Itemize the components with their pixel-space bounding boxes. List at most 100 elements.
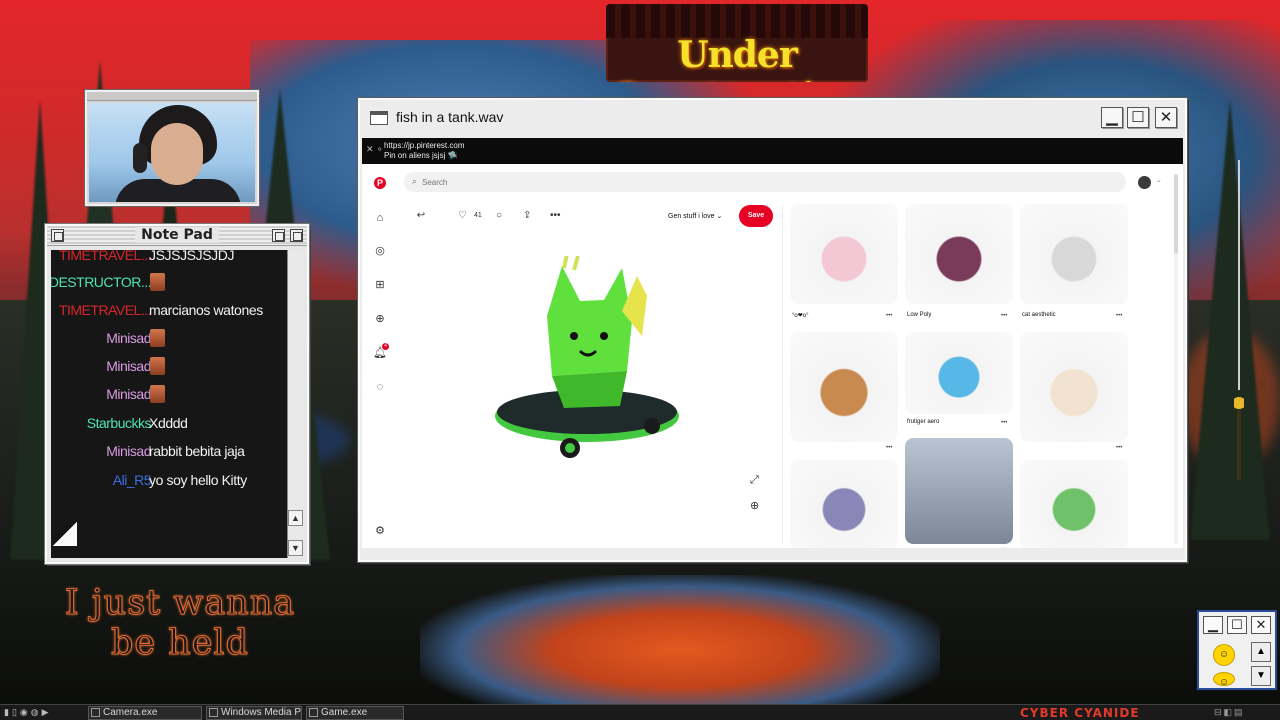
related-pin-image[interactable]	[790, 332, 898, 442]
window-titlebar[interactable]: fish in a tank.wav ▁ ☐ ✕	[360, 100, 1185, 136]
page-subtitle: Pin on aliens jsjsj 🛸	[384, 151, 458, 160]
notepad-maximize-icon[interactable]	[272, 229, 285, 242]
related-pin[interactable]	[1020, 332, 1128, 442]
task-game[interactable]: Game.exe	[306, 706, 404, 720]
related-pin[interactable]	[905, 438, 1013, 544]
pin-image-skateboard-cat[interactable]	[492, 256, 692, 466]
chat-username[interactable]: Minisad	[106, 386, 151, 402]
notepad-menu-icon[interactable]	[51, 229, 64, 242]
related-pin-image[interactable]	[905, 204, 1013, 304]
chat-username[interactable]: Minisad	[106, 443, 151, 459]
home-icon[interactable]: ⌂	[373, 211, 387, 225]
overlay-text: I just wanna be held	[60, 583, 300, 664]
pin-more-icon[interactable]: •••	[886, 445, 892, 451]
related-pin-title[interactable]: °o❤o°	[792, 312, 809, 319]
notepad-title: Note Pad	[135, 227, 219, 243]
related-pin[interactable]	[790, 332, 898, 442]
notepad-titlebar[interactable]: Note Pad	[47, 226, 307, 246]
system-tray-icons[interactable]: ⊟◧▤	[1214, 707, 1245, 718]
task-camera[interactable]: Camera.exe	[88, 706, 202, 720]
search-input[interactable]	[422, 174, 722, 190]
notepad-window: Note Pad TIMETRAVEL... JSJSJSJSJDJ DESTRUC…	[45, 224, 309, 564]
related-pin-title[interactable]: Low Poly	[907, 312, 931, 318]
chat-username[interactable]: TIMETRAVEL...	[59, 302, 152, 318]
related-pin[interactable]	[905, 332, 1013, 414]
related-pin-image[interactable]	[790, 204, 898, 304]
maximize-button[interactable]: ☐	[1127, 107, 1149, 128]
chat-text: yo soy hello Kitty	[149, 472, 247, 488]
messages-icon[interactable]: ◌	[373, 380, 387, 394]
mini-minimize-button[interactable]: ▁	[1203, 616, 1223, 634]
chat-username[interactable]: TIMETRAVEL...	[59, 250, 152, 263]
related-pin-image[interactable]	[1020, 460, 1128, 548]
mini-scroll-up-button[interactable]: ▲	[1251, 642, 1271, 662]
board-selector[interactable]: Gen stuff i love ⌄	[668, 212, 722, 220]
related-pin-image[interactable]	[905, 332, 1013, 414]
mini-scroll-down-button[interactable]: ▼	[1251, 666, 1271, 686]
chat-username[interactable]: Ali_R5	[113, 472, 152, 488]
mini-maximize-button[interactable]: ☐	[1227, 616, 1247, 634]
notepad-restore-icon[interactable]	[290, 229, 303, 242]
back-arrow-icon[interactable]: ↩	[412, 207, 430, 225]
related-pin[interactable]	[1020, 204, 1128, 304]
like-heart-icon[interactable]: ♡	[458, 210, 467, 221]
related-pin-title[interactable]: frutiger aero	[907, 419, 939, 425]
pin-more-icon[interactable]: •••	[1116, 313, 1122, 319]
pin-more-icon[interactable]: •••	[1116, 445, 1122, 451]
chat-username[interactable]: Minisad	[106, 358, 151, 374]
window-icon	[370, 111, 388, 125]
related-pin-image[interactable]	[790, 460, 898, 548]
chat-message: TIMETRAVEL... JSJSJSJSJDJ	[51, 250, 289, 268]
close-tab-icon[interactable]: ✕ ⚬	[366, 144, 384, 155]
chat-emote-icon	[150, 357, 165, 375]
pinterest-page: P ⌕ ⌄ ⌂ ◎ ⊞ ⊕ 🔔︎4 ◌ ⚙ ↩ ♡ 41 ○ ⇪ ••• Gen…	[362, 164, 1183, 548]
explore-icon[interactable]: ◎	[373, 244, 387, 258]
related-pin-title[interactable]: cat aesthetic	[1022, 312, 1056, 318]
task-media-player-label: Windows Media Pla	[221, 707, 302, 718]
task-media-player[interactable]: Windows Media Pla	[206, 706, 302, 720]
comment-icon[interactable]: ○	[496, 210, 502, 221]
related-pin[interactable]	[790, 460, 898, 548]
settings-icon[interactable]: ⚙	[373, 524, 387, 538]
close-button[interactable]: ✕	[1155, 107, 1177, 128]
chevron-down-icon: ⌄	[716, 213, 723, 220]
mini-close-button[interactable]: ✕	[1251, 616, 1271, 634]
related-pin-image[interactable]	[1020, 204, 1128, 304]
board-name: Gen stuff i love	[668, 213, 715, 220]
address-bar[interactable]: ✕ ⚬ https://jp.pinterest.com Pin on alie…	[362, 138, 1183, 164]
page-scrollbar[interactable]	[1174, 174, 1178, 544]
related-pin[interactable]	[1020, 460, 1128, 548]
window-title: fish in a tank.wav	[396, 109, 504, 125]
chat-message: Minisad	[51, 325, 289, 351]
boards-icon[interactable]: ⊞	[373, 278, 387, 292]
quick-launch-icons[interactable]: ▮▯◉◍▶	[4, 707, 52, 718]
share-icon[interactable]: ⇪	[523, 210, 531, 221]
chat-scrollbar[interactable]: ▲ ▼	[287, 250, 303, 558]
pinterest-logo-icon[interactable]: P	[374, 177, 386, 189]
save-button[interactable]: Save	[739, 205, 773, 227]
scroll-down-button[interactable]: ▼	[288, 540, 303, 556]
chat-username[interactable]: DESTRUCTOR...	[51, 274, 152, 290]
pin-more-icon[interactable]: •••	[886, 313, 892, 319]
pin-more-icon[interactable]: •••	[1001, 420, 1007, 426]
related-pin[interactable]	[905, 204, 1013, 304]
more-options-icon[interactable]: •••	[550, 210, 561, 221]
chat-text: rabbit bebita jaja	[149, 443, 245, 459]
resize-grip-icon[interactable]	[53, 522, 77, 546]
minimize-button[interactable]: ▁	[1101, 107, 1123, 128]
visual-search-icon[interactable]: ⊕	[750, 499, 759, 512]
related-pin-image[interactable]	[905, 438, 1013, 544]
scroll-up-button[interactable]: ▲	[288, 510, 303, 526]
chat-username[interactable]: Minisad	[106, 330, 151, 346]
chat-username[interactable]: Starbuckks	[87, 415, 152, 431]
pin-more-icon[interactable]: •••	[1001, 547, 1007, 548]
create-icon[interactable]: ⊕	[373, 312, 387, 326]
profile-avatar[interactable]	[1138, 176, 1151, 189]
related-pin-image[interactable]	[1020, 332, 1128, 442]
notifications-icon[interactable]: 🔔︎ 4	[373, 343, 389, 360]
search-bar[interactable]: ⌕	[404, 172, 1126, 192]
related-pin[interactable]	[790, 204, 898, 304]
pin-more-icon[interactable]: •••	[1001, 313, 1007, 319]
account-chevron-icon[interactable]: ⌄	[1156, 176, 1162, 184]
expand-icon[interactable]: ⤢	[750, 474, 759, 487]
